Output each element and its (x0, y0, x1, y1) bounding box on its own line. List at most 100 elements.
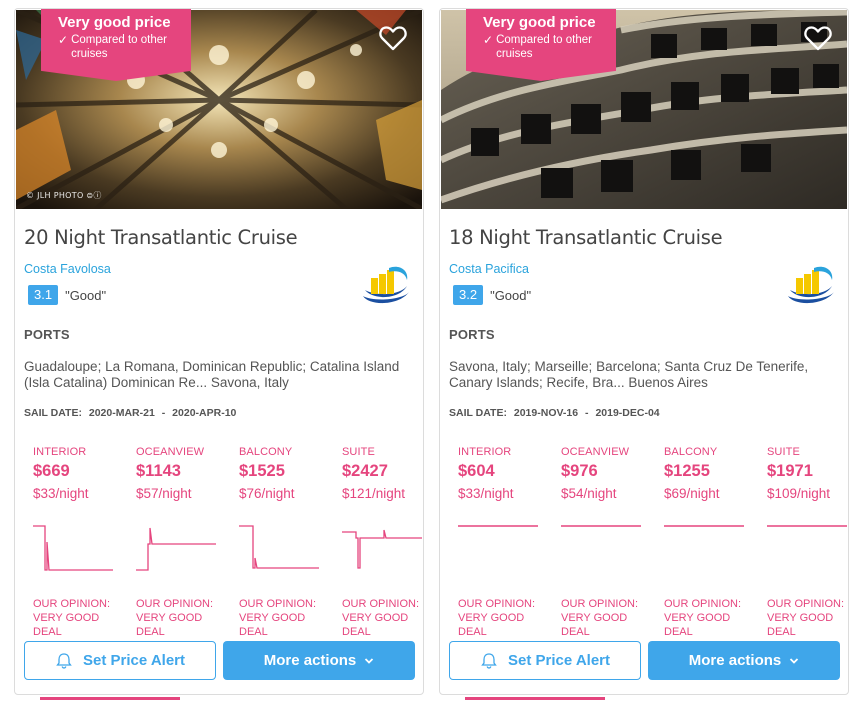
cabin-interior[interactable]: INTERIOR $669 $33/night OUR OPINION: VER… (33, 446, 128, 638)
cabin-per-night: $76/night (239, 486, 295, 501)
ship-name-link[interactable]: Costa Pacifica (449, 262, 529, 276)
set-price-alert-label: Set Price Alert (83, 652, 185, 669)
check-icon: ✓ (483, 33, 494, 47)
next-card-edge (465, 697, 605, 700)
opinion-label: OUR OPINION: VERY GOOD DEAL (342, 598, 420, 638)
chevron-down-icon (789, 657, 799, 665)
ports-label: PORTS (24, 327, 70, 342)
favorite-heart-icon[interactable] (804, 25, 832, 51)
badge-subtitle-text: Compared to other cruises (496, 34, 592, 60)
cabin-suite[interactable]: SUITE $1971 $109/night OUR OPINION: VERY… (767, 446, 848, 638)
cabin-price: $1143 (136, 462, 181, 480)
cabin-name: INTERIOR (458, 446, 512, 458)
cabin-per-night: $33/night (458, 486, 514, 501)
ports-list: Savona, Italy; Marseille; Barcelona; San… (449, 359, 809, 390)
rating-text: "Good" (490, 287, 532, 303)
ship-name-link[interactable]: Costa Favolosa (24, 262, 111, 276)
ports-label: PORTS (449, 327, 495, 342)
cabin-balcony[interactable]: BALCONY $1525 $76/night OUR OPINION: VER… (239, 446, 334, 638)
sail-date-separator: - (585, 407, 589, 419)
sail-date-label: SAIL DATE: (449, 407, 507, 419)
cabin-per-night: $69/night (664, 486, 720, 501)
opinion-label: OUR OPINION: VERY GOOD DEAL (561, 598, 639, 638)
cabin-per-night: $54/night (561, 486, 617, 501)
sail-date-start: 2019-NOV-16 (513, 407, 579, 419)
sail-date: SAIL DATE: 2019-NOV-16 - 2019-DEC-04 (449, 407, 664, 419)
cabin-per-night: $121/night (342, 486, 406, 501)
sail-date-end: 2019-DEC-04 (595, 407, 660, 419)
cabin-name: OCEANVIEW (561, 446, 630, 458)
favorite-heart-icon[interactable] (379, 25, 407, 51)
price-history-sparkline (458, 525, 538, 527)
price-history-sparkline (33, 525, 113, 571)
badge-title: Very good price (58, 14, 171, 31)
rating-text: "Good" (65, 287, 107, 303)
cruise-card[interactable]: © JLH PHOTO ⊜ⓘ Very good price ✓ Compare… (14, 8, 424, 695)
badge-subtitle: ✓ Compared to other cruises (483, 33, 606, 61)
price-history-sparkline (664, 525, 744, 527)
cabin-name: SUITE (767, 446, 800, 458)
price-history-sparkline (136, 527, 216, 571)
cabin-price: $1971 (767, 462, 813, 480)
cabin-suite[interactable]: SUITE $2427 $121/night OUR OPINION: VERY… (342, 446, 423, 638)
cabin-balcony[interactable]: BALCONY $1255 $69/night OUR OPINION: VER… (664, 446, 759, 638)
bell-icon (55, 652, 73, 670)
cruise-title[interactable]: 20 Night Transatlantic Cruise (24, 226, 298, 249)
cabin-price: $976 (561, 462, 598, 480)
cabin-name: BALCONY (664, 446, 718, 458)
cabin-name: OCEANVIEW (136, 446, 205, 458)
cruise-card[interactable]: Very good price ✓ Compared to other crui… (439, 8, 849, 695)
rating-score: 3.1 (28, 285, 59, 305)
cabin-oceanview[interactable]: OCEANVIEW $1143 $57/night OUR OPINION: V… (136, 446, 231, 638)
opinion-label: OUR OPINION: VERY GOOD DEAL (458, 598, 536, 638)
set-price-alert-label: Set Price Alert (508, 652, 610, 669)
badge-subtitle: ✓ Compared to other cruises (58, 33, 181, 61)
bell-icon (480, 652, 498, 670)
opinion-label: OUR OPINION: VERY GOOD DEAL (664, 598, 742, 638)
cabin-name: INTERIOR (33, 446, 87, 458)
cruise-line-logo (359, 266, 411, 306)
very-good-price-badge: Very good price ✓ Compared to other crui… (41, 9, 191, 81)
price-history-sparkline (342, 529, 422, 569)
opinion-label: OUR OPINION: VERY GOOD DEAL (33, 598, 111, 638)
opinion-label: OUR OPINION: VERY GOOD DEAL (767, 598, 845, 638)
cabin-price: $1255 (664, 462, 710, 480)
photo-credit: © JLH PHOTO ⊜ⓘ (26, 191, 102, 200)
rating: 3.2 "Good" (453, 285, 531, 305)
cruise-title[interactable]: 18 Night Transatlantic Cruise (449, 226, 723, 249)
cabin-prices: INTERIOR $604 $33/night OUR OPINION: VER… (458, 446, 848, 638)
very-good-price-badge: Very good price ✓ Compared to other crui… (466, 9, 616, 81)
cabin-price: $2427 (342, 462, 388, 480)
cabin-oceanview[interactable]: OCEANVIEW $976 $54/night OUR OPINION: VE… (561, 446, 656, 638)
cruise-line-logo (784, 266, 836, 306)
badge-subtitle-text: Compared to other cruises (71, 34, 167, 60)
set-price-alert-button[interactable]: Set Price Alert (449, 641, 641, 680)
cabin-per-night: $57/night (136, 486, 192, 501)
more-actions-label: More actions (263, 652, 357, 669)
sail-date: SAIL DATE: 2020-MAR-21 - 2020-APR-10 (24, 407, 240, 419)
price-history-sparkline (239, 525, 319, 569)
more-actions-button[interactable]: More actions (223, 641, 415, 680)
sail-date-end: 2020-APR-10 (172, 407, 237, 419)
cabin-price: $669 (33, 462, 70, 480)
set-price-alert-button[interactable]: Set Price Alert (24, 641, 216, 680)
sail-date-separator: - (161, 407, 166, 419)
cabin-name: BALCONY (239, 446, 293, 458)
sail-date-start: 2020-MAR-21 (88, 407, 155, 419)
cabin-interior[interactable]: INTERIOR $604 $33/night OUR OPINION: VER… (458, 446, 553, 638)
cabin-prices: INTERIOR $669 $33/night OUR OPINION: VER… (33, 446, 423, 638)
opinion-label: OUR OPINION: VERY GOOD DEAL (136, 598, 214, 638)
badge-title: Very good price (483, 14, 596, 31)
cabin-price: $604 (458, 462, 495, 480)
check-icon: ✓ (58, 33, 69, 47)
cabin-per-night: $109/night (767, 486, 831, 501)
more-actions-label: More actions (688, 652, 782, 669)
rating-score: 3.2 (453, 285, 484, 305)
next-card-edge (40, 697, 180, 700)
chevron-down-icon (364, 657, 374, 665)
more-actions-button[interactable]: More actions (648, 641, 840, 680)
cabin-per-night: $33/night (33, 486, 89, 501)
price-history-sparkline (561, 525, 641, 527)
sail-date-label: SAIL DATE: (24, 407, 82, 419)
opinion-label: OUR OPINION: VERY GOOD DEAL (239, 598, 317, 638)
